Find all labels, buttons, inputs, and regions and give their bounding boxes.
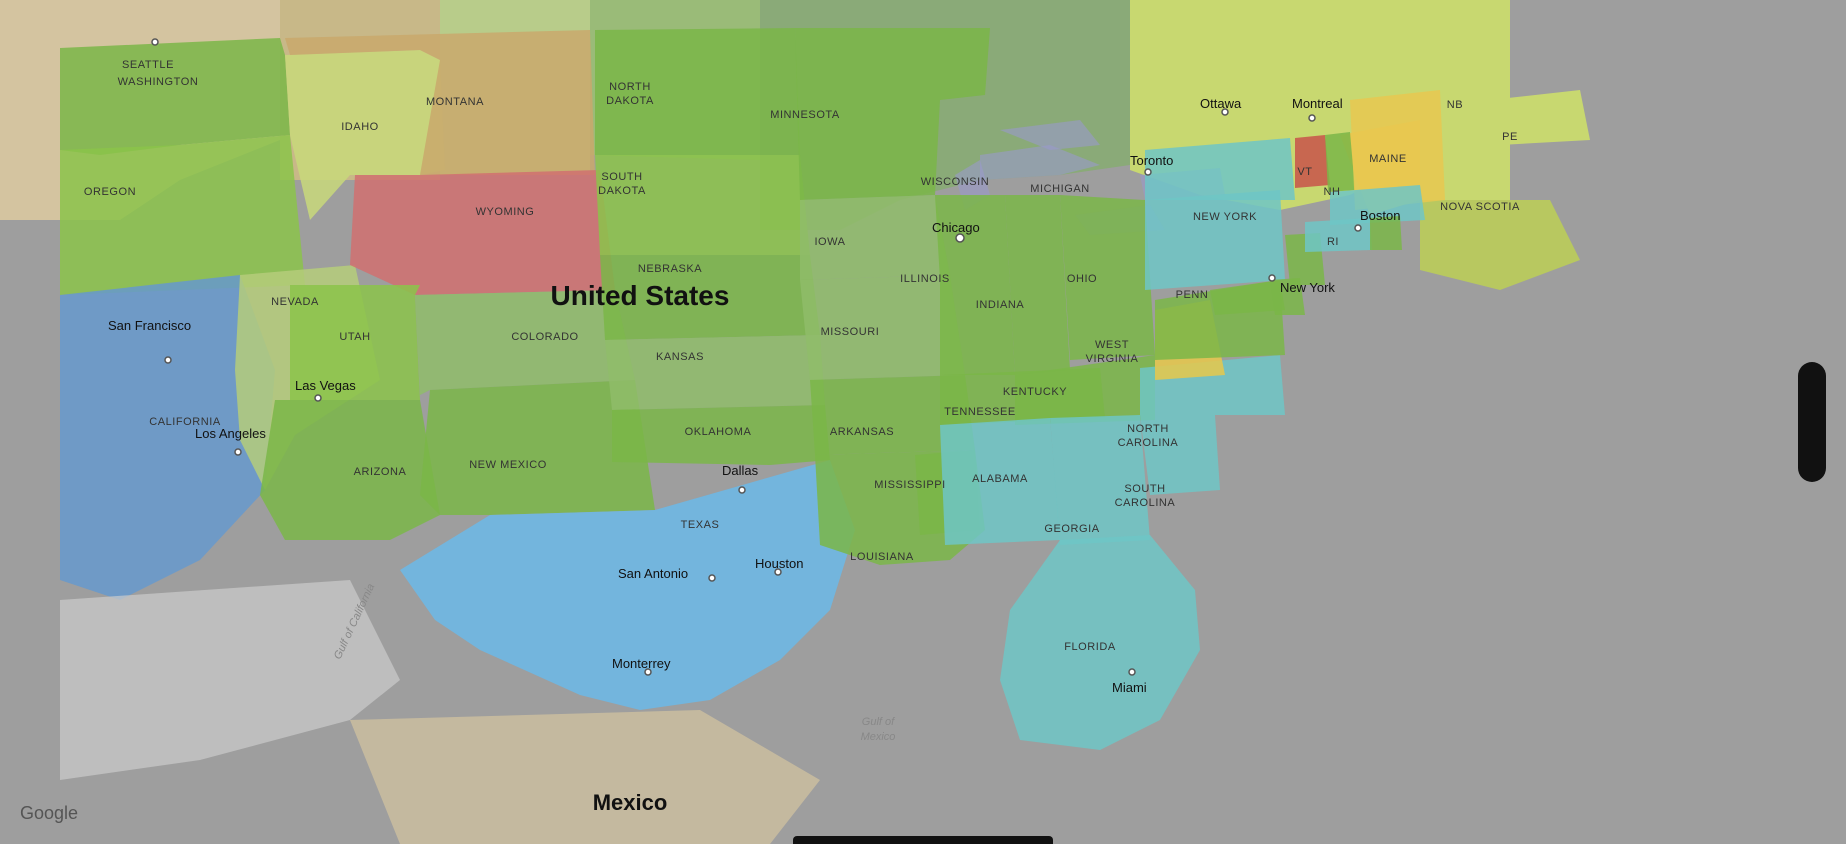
map-container[interactable]: Seattle WASHINGTON OREGON CALIFORNIA NEV… [0,0,1846,844]
scroll-indicator[interactable] [1798,362,1826,482]
svg-text:RI: RI [1327,236,1339,248]
svg-text:MAINE: MAINE [1369,153,1407,165]
map-svg: Seattle WASHINGTON OREGON CALIFORNIA NEV… [0,0,1846,844]
google-logo: Google [20,803,78,824]
svg-text:Mexico: Mexico [593,790,668,815]
svg-text:VT: VT [1297,166,1312,178]
mexico-bottom-bar [793,836,1053,844]
svg-text:NH: NH [1324,186,1341,198]
